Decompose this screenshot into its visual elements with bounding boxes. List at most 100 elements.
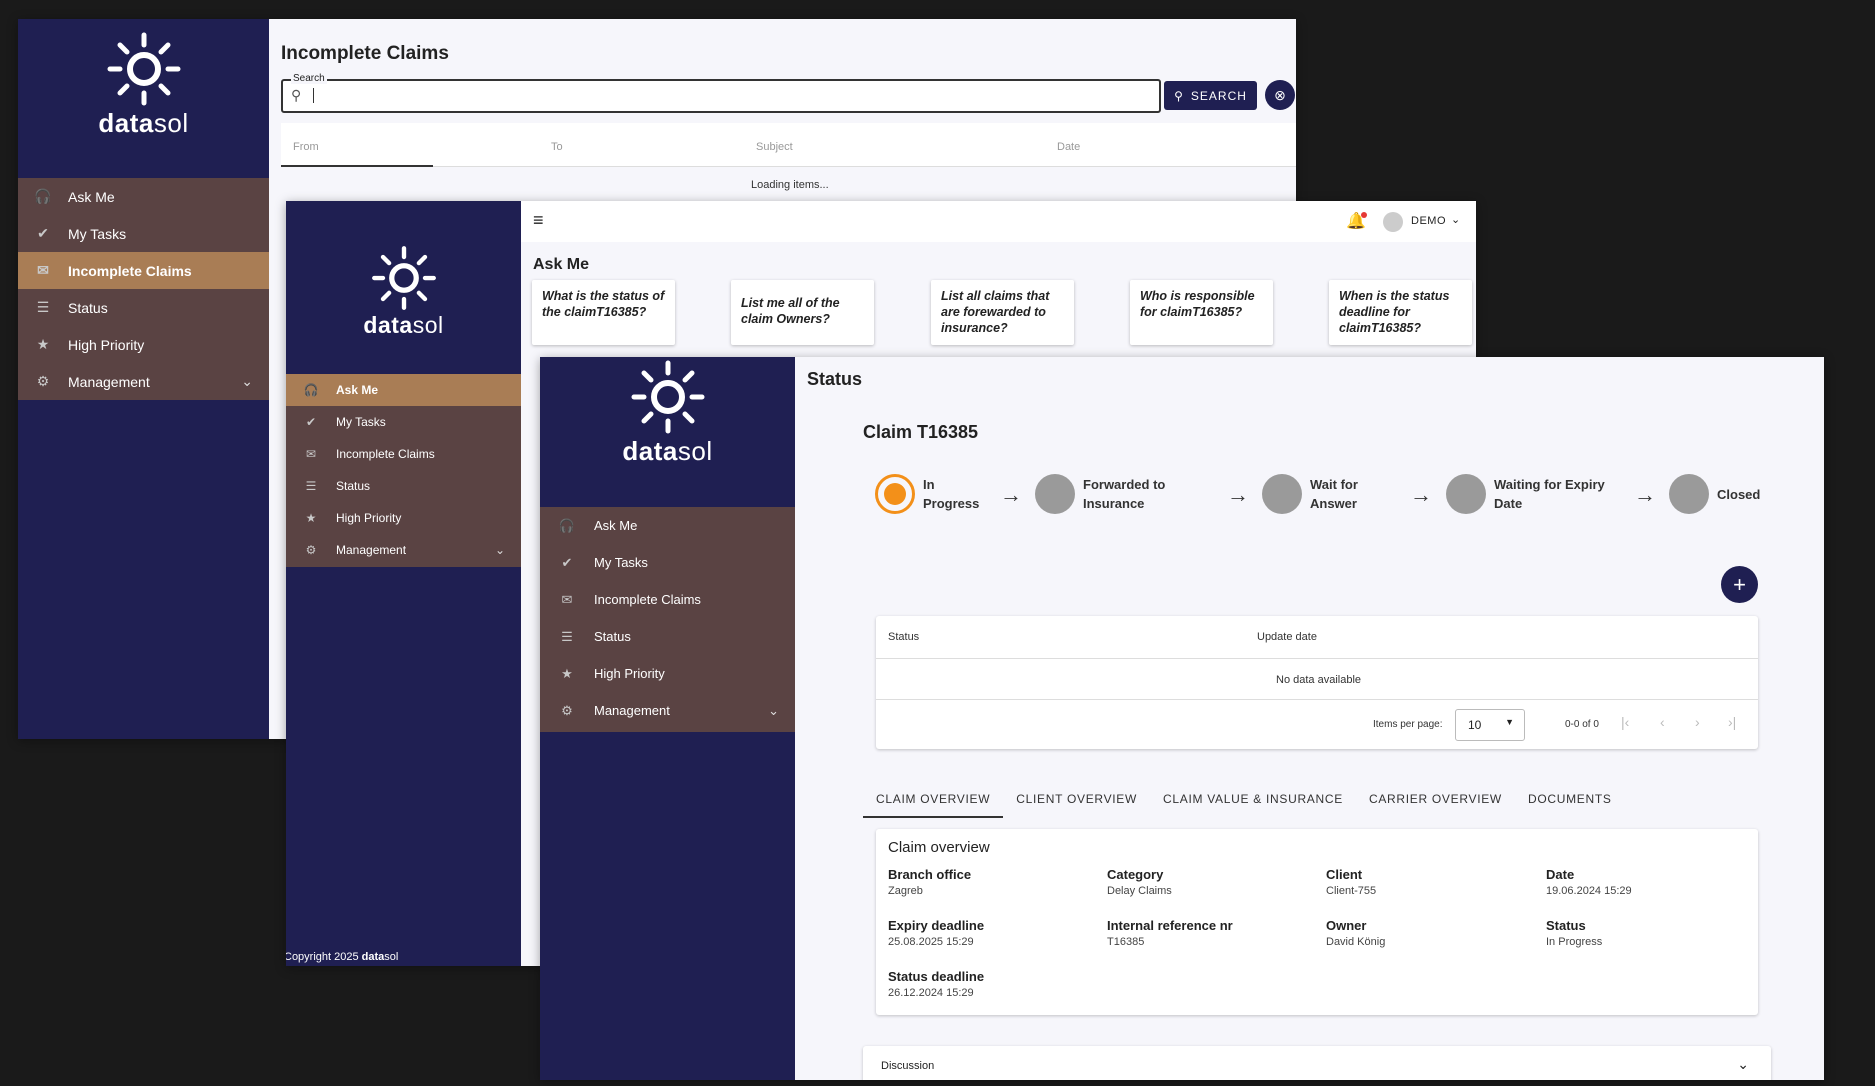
- sidebar: datasol 🎧 Ask Me ✔ My Tasks ✉ Incomplete Cl…: [540, 357, 795, 1080]
- sidebar-item-high-priority[interactable]: ★ High Priority: [540, 655, 795, 692]
- step-circle: [1669, 474, 1709, 514]
- brand-logo: datasol: [540, 357, 795, 467]
- sidebar-item-management[interactable]: ⚙ Management ⌄: [286, 534, 521, 566]
- items-per-page-select[interactable]: 10 ▼: [1455, 709, 1525, 741]
- active-step-icon: [875, 474, 915, 514]
- chevron-down-icon[interactable]: ⌄: [1737, 1056, 1749, 1073]
- tab-claim-overview[interactable]: CLAIM OVERVIEW: [863, 783, 1004, 818]
- sidebar-item-incomplete-claims[interactable]: ✉ Incomplete Claims: [18, 252, 269, 289]
- arrow-right-icon: →: [1000, 482, 1022, 507]
- claim-tabs: CLAIM OVERVIEW CLIENT OVERVIEW CLAIM VAL…: [863, 783, 1625, 818]
- step-label: Waiting for Expiry Date: [1494, 477, 1605, 511]
- user-avatar[interactable]: [1383, 212, 1403, 232]
- sidebar-item-ask-me[interactable]: 🎧 Ask Me: [286, 374, 521, 406]
- step-circle: [1446, 474, 1486, 514]
- window-status: datasol 🎧 Ask Me ✔ My Tasks ✉ Incomplete Cl…: [540, 357, 1824, 1080]
- tab-claim-value-insurance[interactable]: CLAIM VALUE & INSURANCE: [1150, 783, 1356, 816]
- arrow-right-icon: →: [1410, 482, 1432, 507]
- field-status: Status In Progress: [1546, 918, 1603, 948]
- pagination-range: 0-0 of 0: [1565, 719, 1599, 730]
- top-bar: ≡ 🔔 DEMO ⌄: [521, 201, 1476, 242]
- search-button[interactable]: ⚲ SEARCH: [1164, 81, 1257, 110]
- prev-page-icon[interactable]: ‹: [1660, 714, 1665, 730]
- sidebar-item-my-tasks[interactable]: ✔ My Tasks: [18, 215, 269, 252]
- user-name[interactable]: DEMO: [1411, 215, 1446, 227]
- check-circle-icon: ✔: [305, 415, 317, 429]
- caret-down-icon: ▼: [1505, 717, 1514, 727]
- field-expiry-deadline: Expiry deadline 25.08.2025 15:29: [888, 918, 985, 948]
- hamburger-menu-icon[interactable]: ≡: [533, 210, 544, 231]
- sidebar-item-label: High Priority: [594, 666, 665, 681]
- sidebar-item-status[interactable]: ☰ Status: [18, 289, 269, 326]
- star-icon: ★: [561, 665, 573, 681]
- sidebar-item-label: Status: [336, 479, 371, 493]
- sidebar-item-ask-me[interactable]: 🎧 Ask Me: [18, 178, 269, 215]
- col-subject[interactable]: Subject: [756, 141, 793, 153]
- suggested-question-card[interactable]: Who is responsible for claimT16385?: [1130, 280, 1273, 345]
- headset-icon: 🎧: [558, 517, 576, 533]
- sidebar-item-my-tasks[interactable]: ✔ My Tasks: [286, 406, 521, 438]
- clear-search-button[interactable]: ⊗: [1265, 80, 1295, 110]
- sidebar-item-label: My Tasks: [594, 555, 648, 570]
- sidebar-item-label: Incomplete Claims: [336, 447, 435, 461]
- first-page-icon[interactable]: |‹: [1621, 714, 1629, 730]
- sidebar-item-label: Management: [594, 703, 670, 718]
- step-label: Wait for Answer: [1310, 477, 1358, 511]
- tab-carrier-overview[interactable]: CARRIER OVERVIEW: [1356, 783, 1515, 816]
- notifications-bell-icon[interactable]: 🔔: [1346, 211, 1367, 231]
- arrow-right-icon: →: [1634, 482, 1656, 507]
- brand-name: datasol: [98, 108, 189, 138]
- sidebar-item-label: High Priority: [336, 511, 402, 525]
- field-internal-reference: Internal reference nr T16385: [1107, 918, 1233, 948]
- check-circle-icon: ✔: [37, 225, 49, 241]
- star-icon: ★: [36, 336, 50, 352]
- tab-client-overview[interactable]: CLIENT OVERVIEW: [1003, 783, 1150, 816]
- sidebar-item-high-priority[interactable]: ★ High Priority: [18, 326, 269, 363]
- chevron-down-icon[interactable]: ⌄: [768, 703, 779, 719]
- field-owner: Owner David König: [1326, 918, 1386, 948]
- sun-logo-icon: [107, 32, 180, 106]
- sidebar-item-status[interactable]: ☰ Status: [286, 470, 521, 502]
- sidebar-item-label: Status: [594, 629, 631, 644]
- column-sort-indicator: [281, 165, 433, 167]
- col-date[interactable]: Date: [1057, 141, 1080, 153]
- sidebar-menu: 🎧 Ask Me ✔ My Tasks ✉ Incomplete Claims ☰ St…: [286, 374, 521, 567]
- chevron-down-icon[interactable]: ⌄: [1451, 213, 1460, 226]
- col-from[interactable]: From: [293, 141, 319, 153]
- status-step-wait-answer: Wait for Answer: [1262, 474, 1370, 514]
- status-step-forwarded: Forwarded to Insurance: [1035, 474, 1203, 514]
- sidebar-item-ask-me[interactable]: 🎧 Ask Me: [540, 507, 795, 544]
- col-update-date[interactable]: Update date: [1257, 631, 1317, 643]
- sliders-icon: ☰: [305, 479, 317, 493]
- field-date: Date 19.06.2024 15:29: [1546, 867, 1632, 897]
- search-field[interactable]: Search ⚲: [281, 73, 1161, 113]
- sidebar-item-label: My Tasks: [336, 415, 386, 429]
- sidebar-item-status[interactable]: ☰ Status: [540, 618, 795, 655]
- sliders-icon: ☰: [561, 628, 573, 644]
- sidebar-item-incomplete-claims[interactable]: ✉ Incomplete Claims: [540, 581, 795, 618]
- discussion-panel[interactable]: Discussion ⌄: [863, 1046, 1771, 1080]
- sidebar-item-my-tasks[interactable]: ✔ My Tasks: [540, 544, 795, 581]
- suggested-question-card[interactable]: List me all of the claim Owners?: [731, 280, 874, 345]
- tab-documents[interactable]: DOCUMENTS: [1515, 783, 1625, 816]
- sidebar-menu: 🎧 Ask Me ✔ My Tasks ✉ Incomplete Claims ☰ St…: [540, 507, 795, 732]
- chevron-down-icon[interactable]: ⌄: [241, 373, 253, 390]
- sidebar-item-high-priority[interactable]: ★ High Priority: [286, 502, 521, 534]
- suggested-question-card[interactable]: What is the status of the claimT16385?: [532, 280, 675, 345]
- chevron-down-icon[interactable]: ⌄: [495, 543, 505, 557]
- sidebar-item-incomplete-claims[interactable]: ✉ Incomplete Claims: [286, 438, 521, 470]
- add-status-button[interactable]: +: [1721, 566, 1758, 603]
- sidebar-item-management[interactable]: ⚙ Management ⌄: [540, 692, 795, 729]
- main-content: Status Claim T16385 In Progress → Forwar…: [795, 357, 1824, 1080]
- sidebar-item-label: Status: [68, 299, 108, 316]
- sidebar-item-label: Ask Me: [68, 188, 115, 205]
- col-status[interactable]: Status: [888, 631, 919, 643]
- next-page-icon[interactable]: ›: [1695, 714, 1700, 730]
- suggested-question-card[interactable]: List all claims that are forewarded to i…: [931, 280, 1074, 345]
- sidebar: datasol 🎧 Ask Me ✔ My Tasks ✉ Incomplete Cl…: [18, 19, 269, 739]
- last-page-icon[interactable]: ›|: [1728, 714, 1736, 730]
- sidebar-item-management[interactable]: ⚙ Management ⌄: [18, 363, 269, 400]
- suggested-question-card[interactable]: When is the status deadline for claimT16…: [1329, 280, 1472, 345]
- sidebar-item-label: Incomplete Claims: [594, 592, 701, 607]
- col-to[interactable]: To: [551, 141, 563, 153]
